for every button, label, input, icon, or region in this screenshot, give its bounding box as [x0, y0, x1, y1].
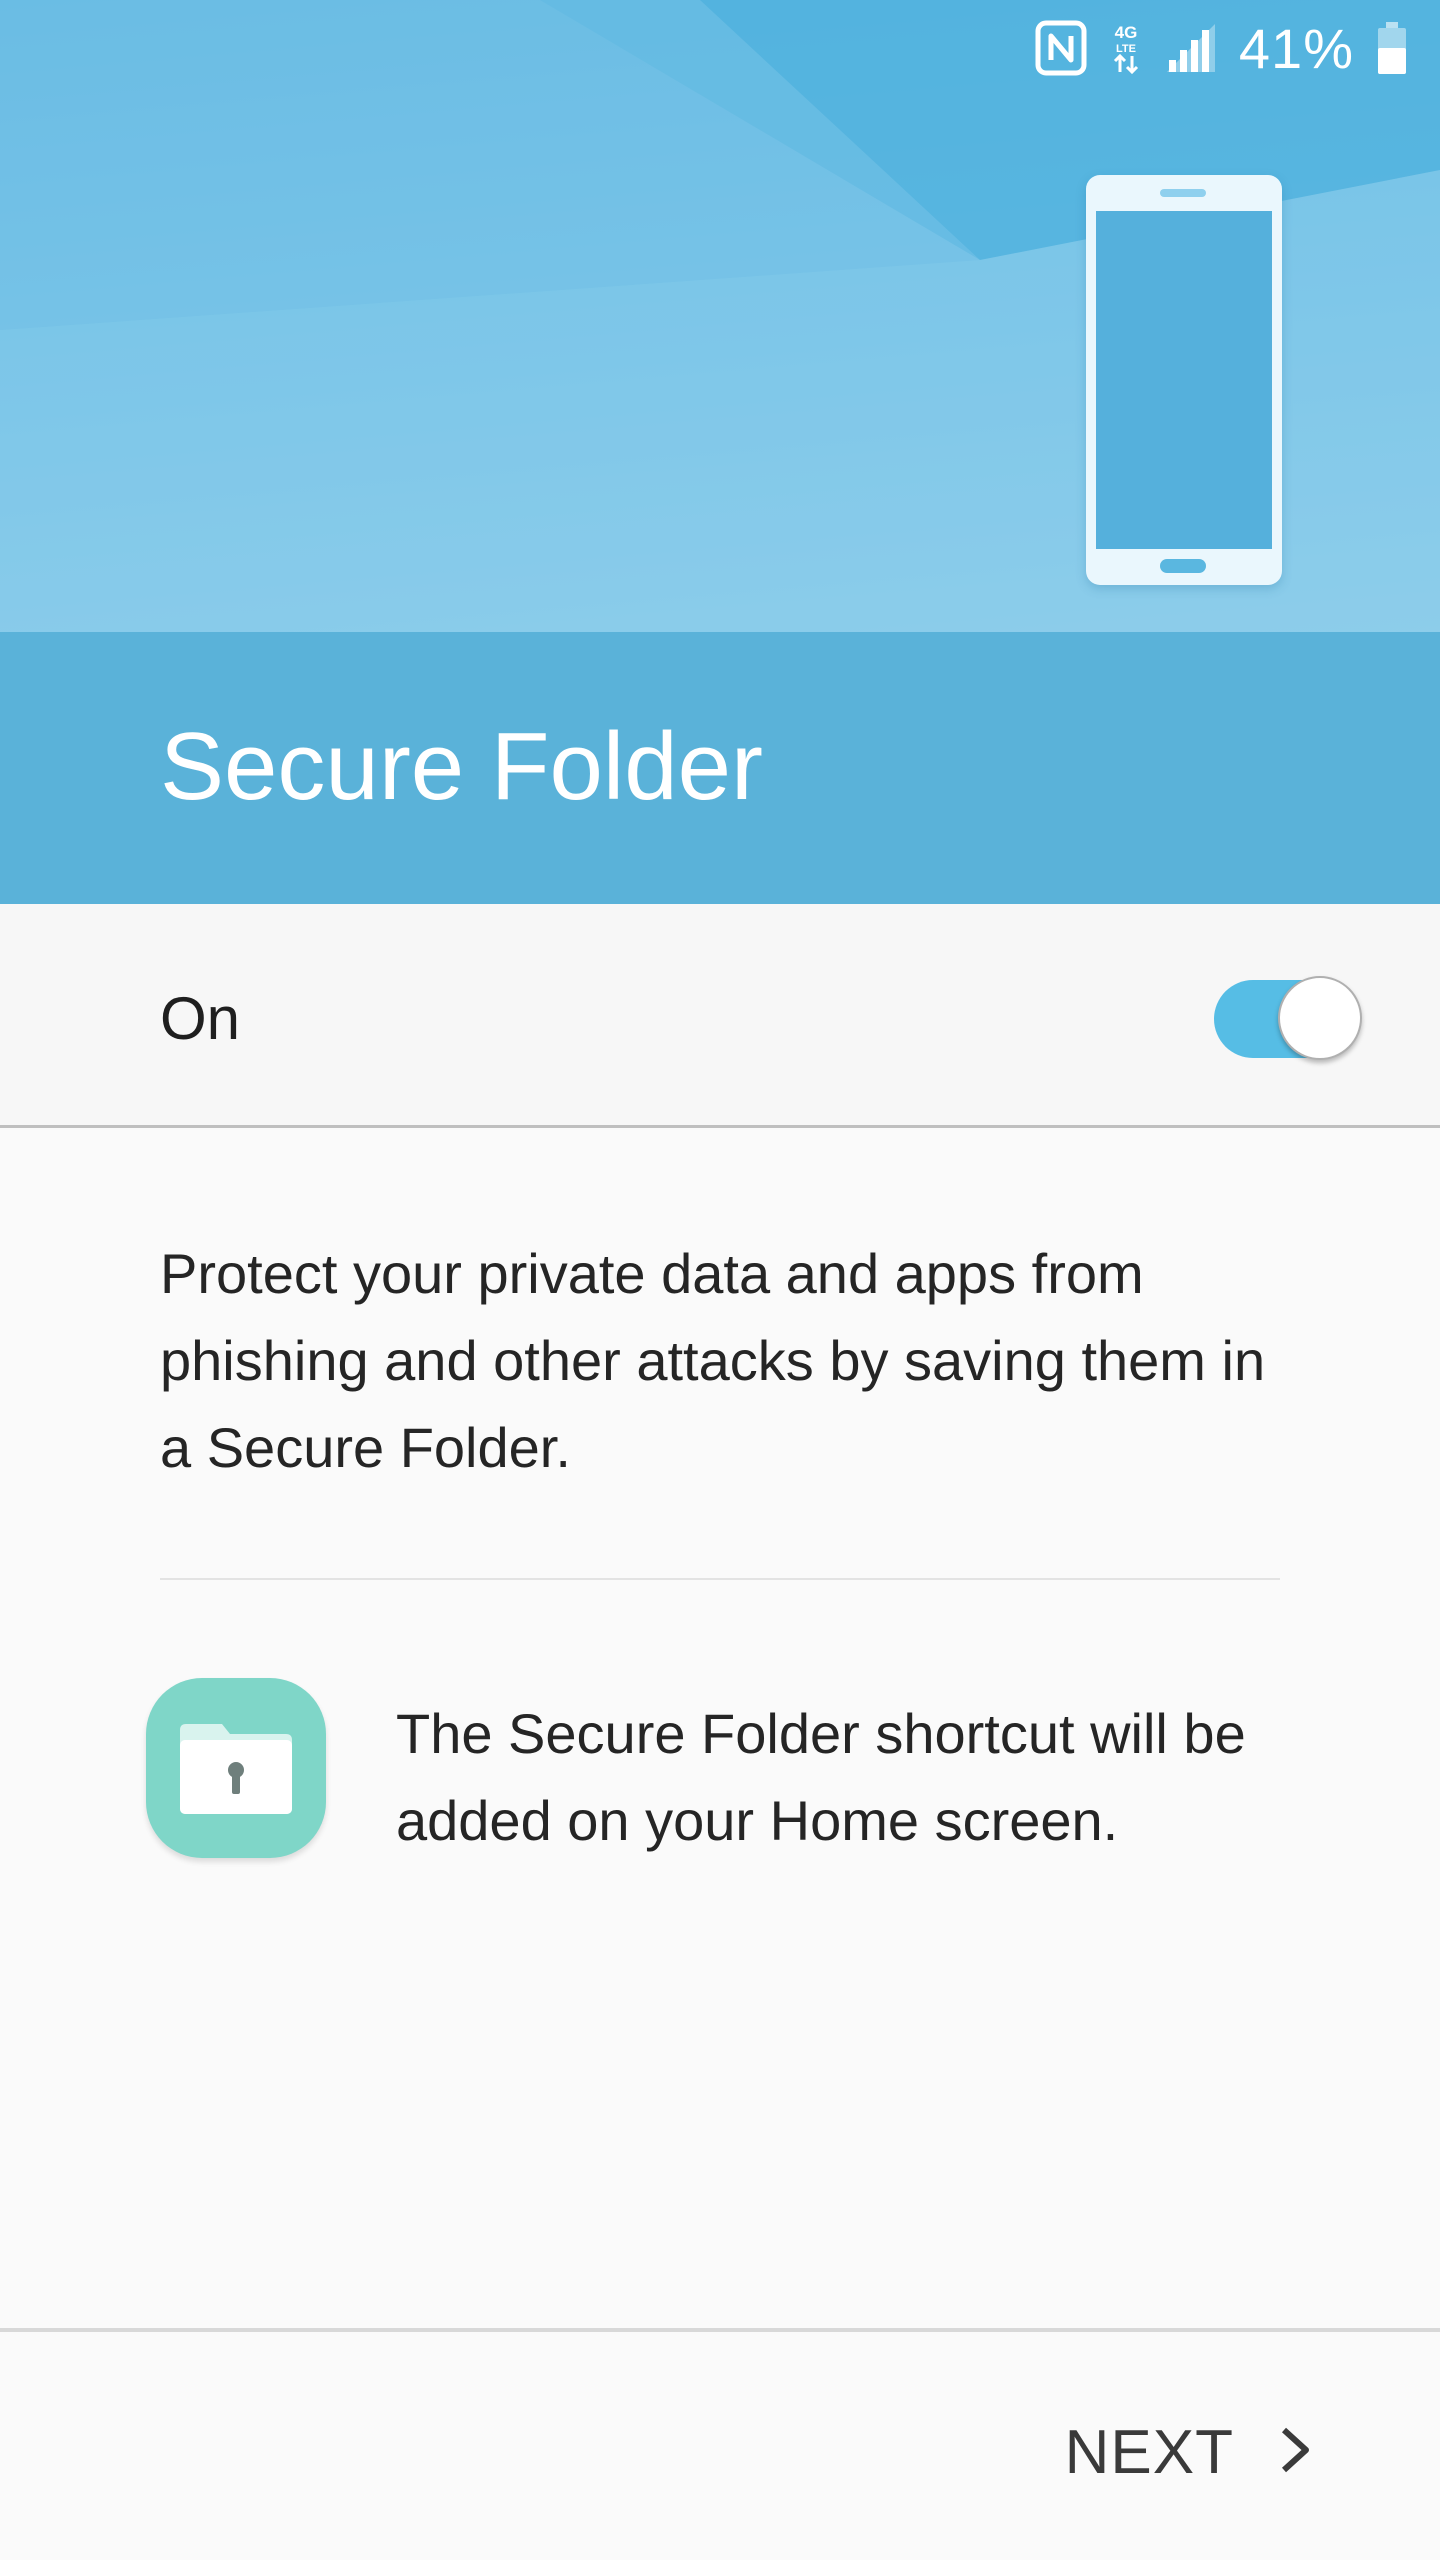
- phone-screen: [1096, 211, 1272, 549]
- svg-text:LTE: LTE: [1116, 43, 1136, 55]
- battery-icon: [1376, 20, 1408, 76]
- secure-folder-toggle[interactable]: [1214, 976, 1366, 1062]
- shortcut-info-text: The Secure Folder shortcut will be added…: [396, 1702, 1246, 1852]
- signal-icon: [1165, 22, 1217, 74]
- switch-label: On: [160, 985, 241, 1052]
- phone-home-button: [1160, 559, 1206, 573]
- title-bar: Secure Folder: [0, 632, 1440, 904]
- battery-percentage: 41%: [1238, 16, 1354, 80]
- svg-text:4G: 4G: [1115, 23, 1138, 42]
- secure-folder-switch-row[interactable]: On: [0, 904, 1440, 1128]
- hero-banner: 4G LTE 41%: [0, 0, 1440, 632]
- phone-illustration: [1086, 175, 1282, 585]
- nfc-icon: [1035, 20, 1087, 76]
- chevron-right-icon: [1278, 2424, 1312, 2480]
- toggle-thumb: [1278, 976, 1362, 1060]
- secure-folder-icon: [146, 1678, 326, 1858]
- phone-speaker: [1160, 189, 1206, 197]
- description-text: Protect your private data and apps from …: [160, 1242, 1266, 1479]
- divider: [160, 1578, 1280, 1580]
- secure-folder-screen: 4G LTE 41% Secure Folder On Protect your…: [0, 0, 1440, 2560]
- next-button[interactable]: NEXT: [1065, 2402, 1312, 2502]
- page-title: Secure Folder: [160, 713, 763, 820]
- bottom-navigation-bar: NEXT: [0, 2328, 1440, 2560]
- network-4g-lte-icon: 4G LTE: [1109, 20, 1143, 76]
- next-button-label: NEXT: [1064, 2417, 1234, 2487]
- status-bar: 4G LTE 41%: [1035, 16, 1408, 80]
